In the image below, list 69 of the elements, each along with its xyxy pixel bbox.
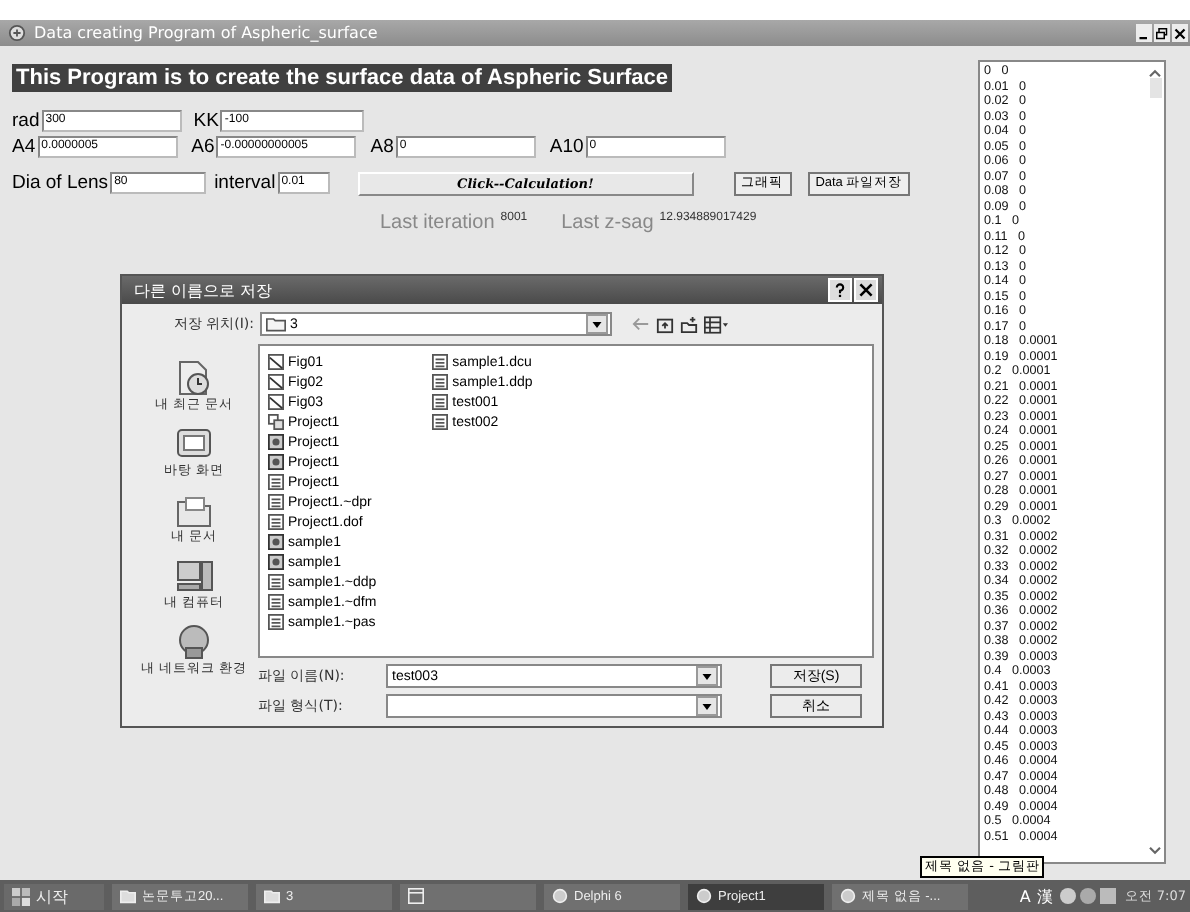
scroll-thumb[interactable] [1149, 78, 1161, 98]
application-icon [268, 434, 284, 450]
document-icon [268, 594, 284, 610]
image-file-icon [268, 394, 284, 410]
document-icon [268, 574, 284, 590]
close-button[interactable] [1172, 24, 1188, 42]
scroll-down-icon[interactable] [1148, 846, 1162, 856]
start-button[interactable]: 시작 [4, 883, 104, 909]
file-type-dropdown[interactable] [386, 694, 722, 718]
application-icon [840, 888, 856, 904]
taskbar-button[interactable] [400, 883, 536, 909]
window-title: Data creating Program of Aspheric_surface [34, 24, 378, 42]
field-label: A6 [191, 135, 215, 157]
input-method-indicator[interactable]: 漢 [1036, 885, 1053, 907]
folder-icon [173, 492, 214, 528]
window-icon [408, 888, 424, 904]
document-icon [432, 394, 449, 410]
scroll-up-icon[interactable] [1148, 68, 1162, 78]
minimize-button[interactable] [1136, 24, 1152, 42]
program-heading: This Program is to create the surface data of Aspheric Surface [12, 64, 673, 92]
data-list[interactable] [978, 60, 1166, 864]
close-icon [858, 282, 874, 298]
application-icon [268, 454, 284, 470]
document-icon [432, 354, 449, 370]
restore-button[interactable] [1154, 24, 1170, 42]
project-group-icon [268, 414, 284, 430]
dialog-title: 다른 이름으로 저장 [134, 279, 275, 301]
app-icon [8, 24, 26, 42]
image-file-icon [268, 354, 284, 370]
z-sag-label: Last z-sag [561, 212, 654, 234]
document-icon [268, 494, 284, 510]
new-folder-icon[interactable] [680, 315, 698, 333]
field-label: A10 [549, 135, 584, 157]
image-file-icon [268, 374, 284, 390]
document-icon [268, 614, 284, 630]
view-menu-icon[interactable] [704, 315, 728, 333]
close-icon [1174, 27, 1186, 39]
folder-icon [264, 888, 280, 904]
application-icon [268, 534, 284, 550]
restore-icon [1156, 27, 1168, 39]
question-mark-icon [832, 282, 848, 298]
dropdown-arrow-icon [702, 673, 712, 679]
folder-icon [266, 316, 286, 332]
network-computer-icon [173, 624, 214, 660]
document-icon [432, 374, 449, 390]
iteration-label: Last iteration [380, 212, 495, 234]
field-label: interval [214, 172, 276, 194]
document-icon [432, 414, 449, 430]
application-icon [552, 888, 568, 904]
up-folder-icon[interactable] [656, 315, 674, 333]
dropdown-arrow-icon [592, 321, 602, 327]
clock-document-icon [173, 360, 214, 396]
document-icon [268, 474, 284, 490]
application-icon [268, 554, 284, 570]
field-label: Dia of Lens [12, 172, 109, 194]
dropdown-arrow-icon [702, 703, 712, 709]
field-label: KK [193, 109, 219, 131]
application-icon [696, 888, 712, 904]
field-label: rad [12, 109, 40, 131]
input-method-indicator[interactable]: A [1019, 887, 1031, 905]
computer-icon [173, 558, 214, 594]
folder-icon [120, 888, 136, 904]
document-icon [268, 514, 284, 530]
field-label: A8 [370, 135, 394, 157]
field-label: A4 [12, 135, 36, 157]
windows-logo-icon [12, 887, 30, 905]
tray-icons-drawing[interactable] [1058, 886, 1119, 906]
desktop-icon [173, 426, 214, 462]
help-button[interactable] [828, 278, 852, 302]
